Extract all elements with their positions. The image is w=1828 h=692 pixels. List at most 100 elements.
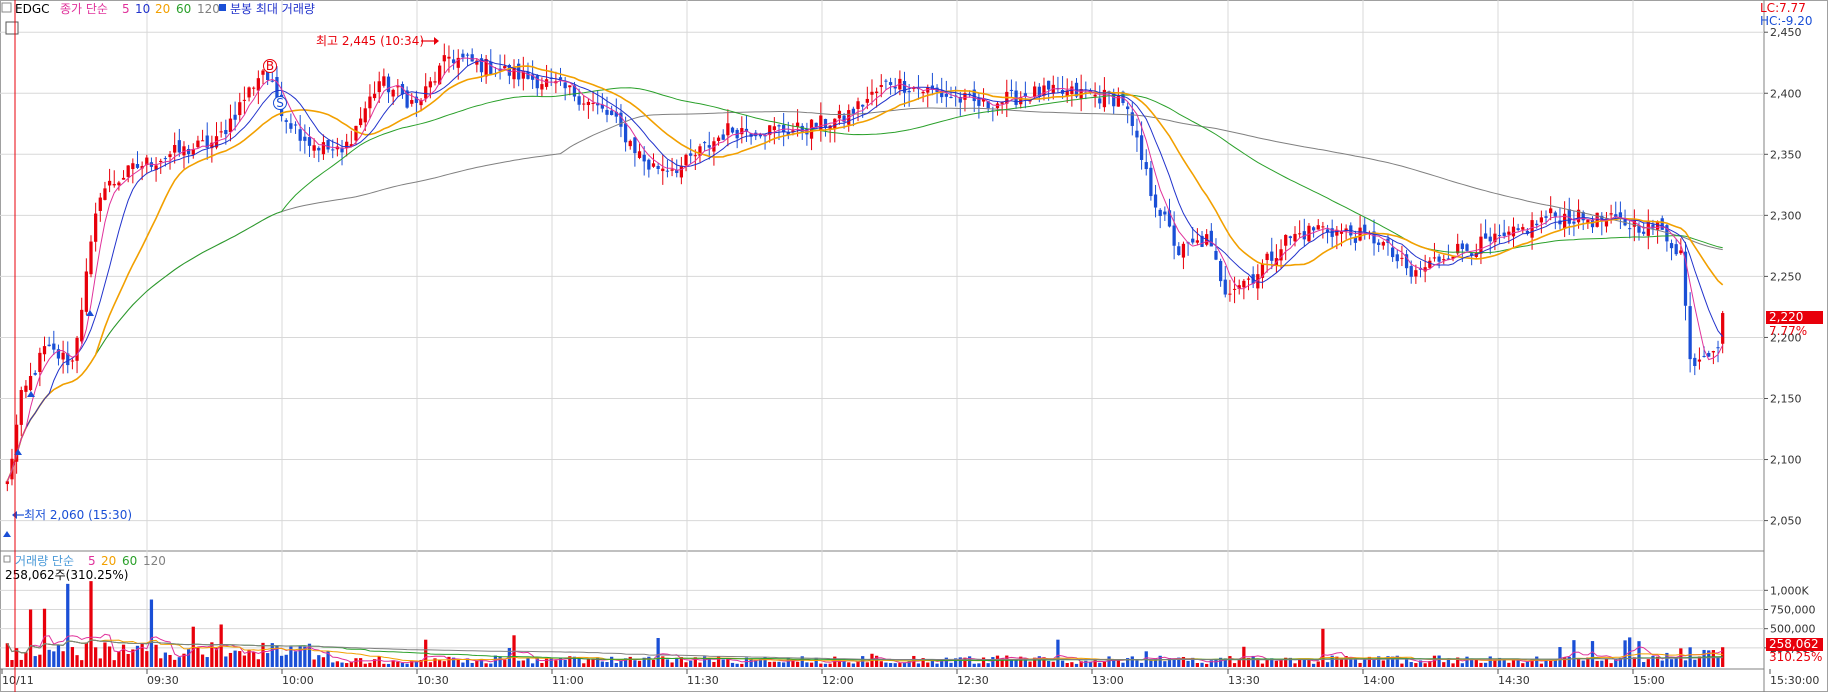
volume-bar xyxy=(972,663,976,667)
volume-bar xyxy=(577,658,581,667)
volume-bar xyxy=(563,659,567,667)
volume-bar xyxy=(1321,628,1325,667)
candle-body xyxy=(1139,135,1144,160)
volume-bar xyxy=(493,655,498,667)
symbol-label: EDGC xyxy=(15,2,50,16)
volume-bar xyxy=(1423,663,1427,667)
ma120-label: 120 xyxy=(197,2,220,16)
volume-bar xyxy=(1646,659,1650,667)
volume-bar xyxy=(898,663,902,667)
volume-bar xyxy=(382,663,386,667)
volume-bar xyxy=(261,642,265,667)
price-indicator-label: 종가 단순 xyxy=(60,2,108,16)
candle-body xyxy=(1553,212,1557,217)
volume-bar xyxy=(293,651,298,667)
grid-settings-icon[interactable] xyxy=(5,21,19,35)
candle-body xyxy=(1483,233,1488,239)
volume-bar xyxy=(651,659,656,667)
volume-bar xyxy=(1521,663,1525,667)
candle-body xyxy=(428,81,432,88)
candle-body xyxy=(1144,162,1148,170)
volume-bar xyxy=(270,643,274,667)
candle-body xyxy=(1697,359,1702,362)
candle-body xyxy=(386,76,391,93)
candle-body xyxy=(582,103,586,105)
time-tick-label: 15:00 xyxy=(1633,674,1665,687)
candle-body xyxy=(707,145,711,148)
volume-tick-label: 1,000K xyxy=(1770,584,1809,597)
volume-bar xyxy=(1553,660,1557,667)
volume-bar xyxy=(768,661,772,667)
volume-bar xyxy=(1414,663,1418,667)
volume-bar xyxy=(1567,656,1571,667)
volume-bar xyxy=(196,647,200,667)
volume-bar xyxy=(949,662,953,667)
volume-bar xyxy=(1172,659,1176,667)
candle-body xyxy=(921,91,925,94)
candle-body xyxy=(80,309,84,342)
candle-body xyxy=(1516,228,1520,230)
volume-bar xyxy=(84,642,88,667)
price-tick-label: 2,100 xyxy=(1770,454,1802,467)
candle-body xyxy=(126,165,130,177)
volume-bar xyxy=(521,660,525,667)
volume-bar xyxy=(33,656,37,667)
stock-chart[interactable]: 2,4502,4002,3502,3002,2502,2002,1502,100… xyxy=(0,0,1828,692)
volume-bar xyxy=(795,661,800,667)
volume-bar xyxy=(977,663,981,667)
volume-bar xyxy=(1683,660,1688,667)
candle-body xyxy=(1669,243,1674,249)
candle-body xyxy=(98,197,102,211)
candle-body xyxy=(33,373,37,375)
volume-bar xyxy=(670,662,674,667)
volume-toggle-icon[interactable] xyxy=(3,555,11,563)
price-tick-label: 2,350 xyxy=(1770,148,1802,161)
volume-bar xyxy=(386,663,391,667)
candle-body xyxy=(535,75,539,89)
candle-body xyxy=(577,96,581,105)
candle-body xyxy=(586,101,591,106)
candle-body xyxy=(1126,106,1130,110)
volume-bar xyxy=(19,659,23,667)
vol-ma60-label: 60 xyxy=(122,554,137,568)
volume-bar xyxy=(1302,659,1306,667)
volume-bar xyxy=(363,663,367,667)
volume-bar xyxy=(1404,659,1409,667)
volume-bar xyxy=(628,656,632,667)
candle-body xyxy=(944,93,948,97)
candle-body xyxy=(1381,242,1385,246)
candle-body xyxy=(1465,244,1469,251)
volume-bar xyxy=(1116,660,1120,667)
volume-bar xyxy=(279,655,284,667)
volume-bar xyxy=(479,658,484,667)
volume-bar xyxy=(47,649,51,667)
candle-body xyxy=(159,160,163,163)
candle-body xyxy=(224,130,228,135)
volume-bar xyxy=(1237,659,1241,667)
vol-ma5-label: 5 xyxy=(88,554,96,568)
lc-hc-legend: LC:7.77 HC:-9.20 xyxy=(1760,1,1813,28)
volume-bar xyxy=(28,609,33,667)
candle-body xyxy=(637,151,642,158)
candle-body xyxy=(679,165,684,178)
candle-body xyxy=(1135,130,1139,138)
candle-body xyxy=(861,104,865,107)
time-tick-label: 10/11 xyxy=(2,674,34,687)
candle-body xyxy=(1218,260,1223,282)
candle-body xyxy=(1432,257,1437,259)
volume-bar xyxy=(782,662,786,667)
volume-bar xyxy=(126,653,130,667)
legend-toggle-icon[interactable] xyxy=(1,2,12,13)
volume-bar xyxy=(1642,662,1646,667)
volume-bar xyxy=(879,661,883,667)
volume-bar xyxy=(1260,663,1265,667)
volume-bar xyxy=(1112,660,1116,667)
candle-body xyxy=(256,78,260,91)
candle-body xyxy=(721,134,725,140)
candle-body xyxy=(135,164,140,168)
candle-body xyxy=(24,385,28,392)
candle-body xyxy=(410,100,414,104)
volume-bar xyxy=(823,663,828,667)
candle-body xyxy=(1181,243,1186,258)
volume-bar xyxy=(726,659,730,667)
